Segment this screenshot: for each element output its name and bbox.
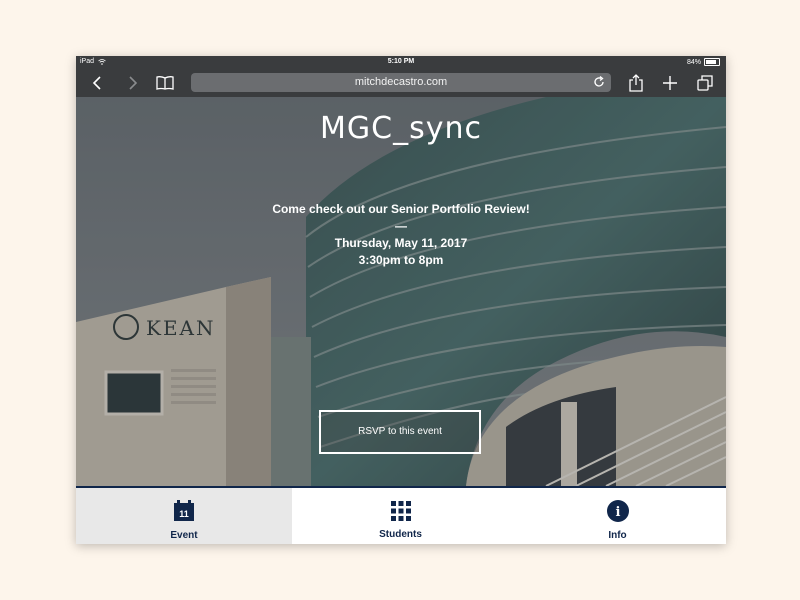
tab-students[interactable]: Students bbox=[292, 488, 509, 544]
event-tagline: Come check out our Senior Portfolio Revi… bbox=[272, 202, 530, 216]
hero-section: KEAN MGC_sync Come check out our Senior … bbox=[76, 97, 726, 486]
info-icon: i bbox=[606, 500, 629, 522]
info-glyph: i bbox=[615, 505, 620, 520]
share-icon[interactable] bbox=[625, 72, 647, 94]
bookmarks-icon[interactable] bbox=[154, 72, 176, 94]
back-icon[interactable] bbox=[87, 72, 109, 94]
url-text: mitchdecastro.com bbox=[354, 76, 448, 88]
address-bar[interactable]: mitchdecastro.com bbox=[191, 73, 611, 92]
calendar-icon: 11 bbox=[174, 500, 194, 521]
browser-toolbar: mitchdecastro.com bbox=[76, 69, 726, 97]
event-divider: — bbox=[395, 219, 407, 233]
ipad-frame: iPad 5:10 PM 84% mitchdecastro.com KEAN … bbox=[76, 56, 726, 544]
reload-icon[interactable] bbox=[592, 75, 606, 89]
status-bar: iPad 5:10 PM 84% bbox=[76, 56, 726, 69]
bottom-tab-bar: 11 Event Students i Info bbox=[76, 486, 726, 544]
battery-icon bbox=[704, 58, 720, 66]
status-time: 5:10 PM bbox=[387, 58, 415, 65]
grid-icon bbox=[390, 501, 411, 521]
tab-event[interactable]: 11 Event bbox=[76, 488, 292, 544]
event-date: Thursday, May 11, 2017 bbox=[334, 236, 468, 250]
page-title: MGC_sync bbox=[320, 111, 482, 146]
event-time: 3:30pm to 8pm bbox=[358, 253, 444, 267]
status-right: 84% bbox=[687, 58, 720, 66]
add-tab-icon[interactable] bbox=[659, 72, 681, 94]
tab-students-label: Students bbox=[379, 529, 422, 540]
calendar-day: 11 bbox=[179, 509, 189, 519]
battery-percent: 84% bbox=[686, 58, 701, 66]
event-details: Come check out our Senior Portfolio Revi… bbox=[76, 201, 726, 269]
forward-icon[interactable] bbox=[121, 72, 143, 94]
tabs-icon[interactable] bbox=[694, 72, 716, 94]
tab-info[interactable]: i Info bbox=[509, 488, 726, 544]
rsvp-button[interactable]: RSVP to this event bbox=[319, 410, 481, 454]
tab-event-label: Event bbox=[170, 530, 198, 541]
tab-info-label: Info bbox=[608, 530, 627, 541]
